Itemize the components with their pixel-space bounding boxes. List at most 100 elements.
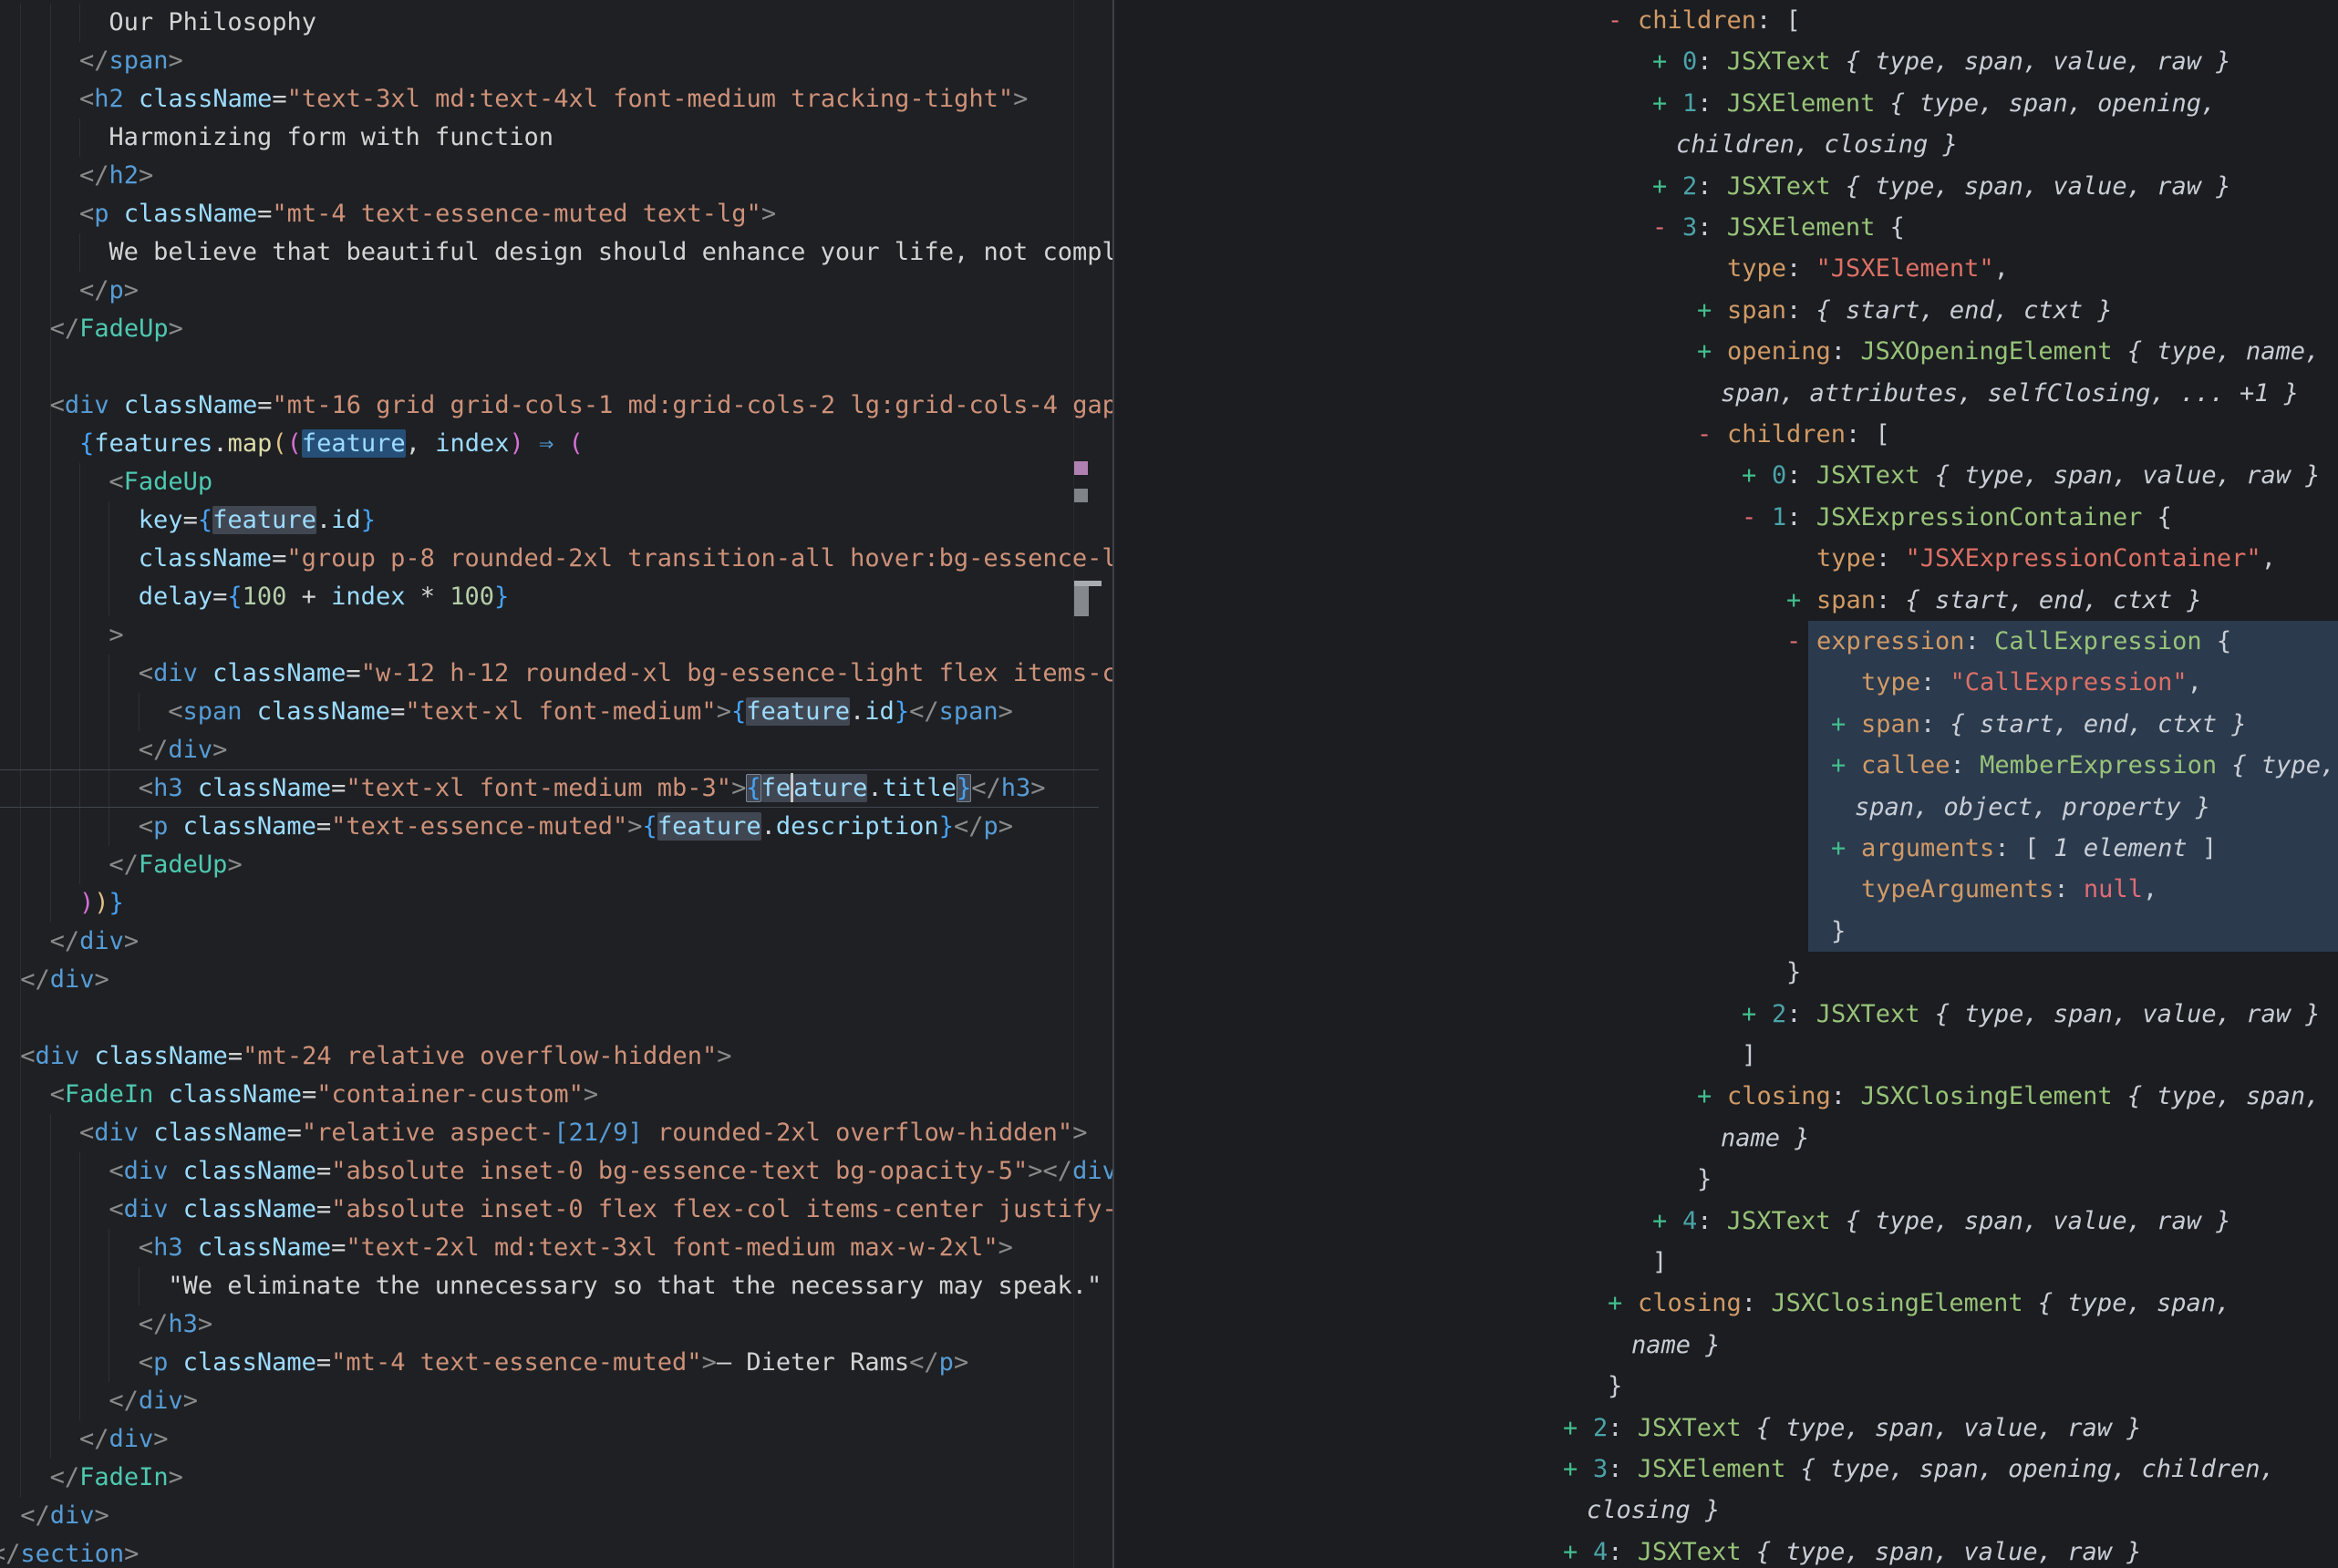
collapse-toggle-icon[interactable]: - [1786,621,1816,662]
code-line[interactable]: </h3> [139,1305,212,1344]
ast-row[interactable]: -1: JSXExpressionContainer { [1742,497,2172,538]
ast-row[interactable]: +1: JSXElement { type, span, opening, [1652,83,2216,124]
ast-row[interactable]: +2: JSXText { type, span, value, raw } [1742,994,2320,1035]
code-line[interactable]: </FadeUp> [50,310,183,348]
ast-row[interactable]: +4: JSXText { type, span, value, raw } [1563,1532,2141,1568]
code-line[interactable]: Our Philosophy [109,4,316,42]
expand-toggle-icon[interactable]: + [1652,166,1682,207]
ast-row[interactable]: +0: JSXText { type, span, value, raw } [1652,41,2230,82]
code-line[interactable]: <h3 className="text-xl font-medium mb-3"… [139,769,1046,808]
expand-toggle-icon[interactable]: + [1608,1283,1638,1324]
occurrence-mark[interactable] [1074,489,1088,502]
ast-row[interactable]: +span: { start, end, ctxt } [1786,580,2202,621]
code-line[interactable]: We believe that beautiful design should … [109,233,1112,272]
ast-row[interactable]: -expression: CallExpression { [1786,621,2231,662]
code-line[interactable]: key={feature.id} [139,501,376,540]
code-line[interactable]: </div> [20,1497,109,1535]
ast-row[interactable]: type: "JSXElement", [1727,248,2009,289]
code-line[interactable]: <h3 className="text-2xl md:text-3xl font… [139,1229,1013,1267]
ast-row[interactable]: typeArguments: null, [1861,869,2157,910]
expand-toggle-icon[interactable]: + [1563,1449,1593,1490]
expand-toggle-icon[interactable]: + [1652,41,1682,82]
expand-toggle-icon[interactable]: + [1742,994,1772,1035]
ast-row[interactable]: } [1831,911,1846,952]
expand-toggle-icon[interactable]: + [1563,1408,1593,1449]
selection-mark[interactable] [1074,461,1088,475]
code-line[interactable]: <p className="mt-4 text-essence-muted te… [79,195,776,233]
code-line[interactable]: <FadeUp [109,463,212,501]
ast-row[interactable]: -3: JSXElement { [1652,207,1905,248]
ast-row[interactable]: +arguments: [ 1 element ] [1831,828,2217,869]
code-line[interactable]: <FadeIn className="container-custom"> [50,1076,599,1114]
collapse-toggle-icon[interactable]: - [1652,207,1682,248]
ast-row[interactable]: type: "JSXExpressionContainer", [1816,538,2276,579]
expand-toggle-icon[interactable]: + [1831,745,1861,786]
expand-toggle-icon[interactable]: + [1563,1532,1593,1568]
expand-toggle-icon[interactable]: + [1831,828,1861,869]
ast-row[interactable]: +opening: JSXOpeningElement { type, name… [1697,331,2320,372]
code-line[interactable]: <span className="text-xl font-medium">{f… [168,693,1013,731]
code-line[interactable]: </span> [79,42,183,80]
ast-row[interactable]: ] [1742,1035,1756,1076]
ast-row[interactable]: } [1697,1159,1712,1200]
ast-row[interactable]: +4: JSXText { type, span, value, raw } [1652,1201,2230,1242]
collapse-toggle-icon[interactable]: - [1742,497,1772,538]
expand-toggle-icon[interactable]: + [1697,331,1727,372]
code-line[interactable]: <div className="mt-24 relative overflow-… [20,1037,731,1076]
ast-row[interactable]: -children: [ [1697,414,1890,455]
ast-row[interactable]: type: "CallExpression", [1861,662,2202,703]
code-line[interactable]: className="group p-8 rounded-2xl transit… [139,540,1112,578]
code-line[interactable]: ))} [79,884,124,923]
ast-tree-pane[interactable]: -children: [+0: JSXText { type, span, va… [1114,0,2338,1568]
ast-row[interactable]: +span: { start, end, ctxt } [1697,290,2113,331]
code-line[interactable]: <div className="absolute inset-0 bg-esse… [109,1152,1112,1191]
code-line[interactable]: "We eliminate the unnecessary so that th… [168,1267,1102,1305]
code-line[interactable]: </FadeUp> [109,846,242,884]
code-line[interactable]: </div> [20,961,109,999]
ast-row[interactable]: } [1786,952,1801,993]
ast-row[interactable]: closing } [1587,1490,1720,1531]
ast-row[interactable]: +closing: JSXClosingElement { type, span… [1697,1076,2320,1117]
code-line[interactable]: </FadeIn> [50,1459,183,1497]
code-line[interactable]: </section> [0,1535,139,1568]
expand-toggle-icon[interactable]: + [1697,290,1727,331]
code-line[interactable]: </div> [139,731,228,769]
collapse-toggle-icon[interactable]: - [1697,414,1727,455]
ast-row[interactable]: +0: JSXText { type, span, value, raw } [1742,455,2320,496]
ast-row[interactable]: +callee: MemberExpression { type, [1831,745,2335,786]
code-editor-pane[interactable]: Our Philosophy</span><h2 className="text… [0,0,1112,1568]
ast-row[interactable]: name } [1631,1325,1721,1366]
code-line[interactable]: </div> [109,1382,198,1420]
code-line[interactable]: delay={100 + index * 100} [139,578,509,616]
occurrence-mark[interactable] [1074,586,1089,616]
code-line[interactable]: </p> [79,272,139,310]
ast-row[interactable]: +2: JSXText { type, span, value, raw } [1652,166,2230,207]
ast-row[interactable]: span, attributes, selfClosing, ... +1 } [1721,373,2299,414]
code-line[interactable]: <p className="text-essence-muted">{featu… [139,808,1013,846]
ast-row[interactable]: -children: [ [1608,0,1801,41]
code-line[interactable]: <div className="mt-16 grid grid-cols-1 m… [50,387,1112,425]
collapse-toggle-icon[interactable]: - [1608,0,1638,41]
expand-toggle-icon[interactable]: + [1652,83,1682,124]
ast-row[interactable]: +closing: JSXClosingElement { type, span… [1608,1283,2230,1324]
code-line[interactable]: <p className="mt-4 text-essence-muted">—… [139,1344,968,1382]
code-line[interactable]: <div className="w-12 h-12 rounded-xl bg-… [139,655,1112,693]
ast-row[interactable]: children, closing } [1676,124,1958,165]
code-line[interactable]: <div className="relative aspect-[21/9] r… [79,1114,1087,1152]
ast-row[interactable]: name } [1721,1118,1810,1159]
code-line[interactable]: </div> [79,1420,169,1459]
expand-toggle-icon[interactable]: + [1831,704,1861,745]
code-line[interactable]: </h2> [79,157,153,195]
ast-row[interactable]: +3: JSXElement { type, span, opening, ch… [1563,1449,2275,1490]
expand-toggle-icon[interactable]: + [1652,1201,1682,1242]
code-line[interactable]: </div> [50,923,140,961]
ast-row[interactable]: +2: JSXText { type, span, value, raw } [1563,1408,2141,1449]
code-line[interactable]: <div className="absolute inset-0 flex fl… [109,1191,1112,1229]
ast-row[interactable]: } [1608,1366,1622,1407]
ast-row[interactable]: +span: { start, end, ctxt } [1831,704,2247,745]
ast-row[interactable]: ] [1652,1242,1667,1283]
code-line[interactable]: <h2 className="text-3xl md:text-4xl font… [79,80,1028,119]
code-line[interactable]: {features.map((feature, index) ⇒ ( [79,425,584,463]
ast-row[interactable]: span, object, property } [1855,787,2210,828]
code-line[interactable]: > [109,616,123,655]
